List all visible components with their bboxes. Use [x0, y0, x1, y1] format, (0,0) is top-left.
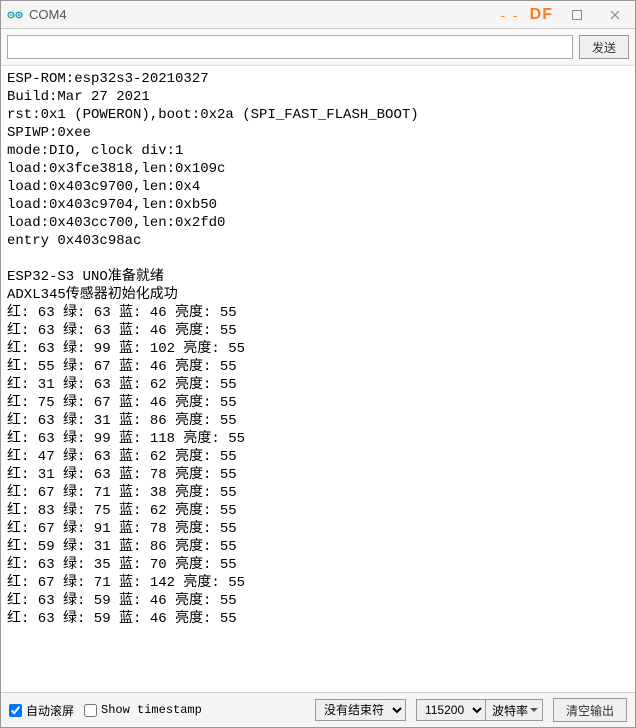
- window-title: COM4: [29, 7, 67, 22]
- timestamp-checkbox[interactable]: Show timestamp: [84, 703, 202, 717]
- watermark-dashes: - -: [500, 7, 519, 23]
- send-input[interactable]: [7, 35, 573, 59]
- autoscroll-label: 自动滚屏: [26, 702, 74, 719]
- timestamp-label: Show timestamp: [101, 703, 202, 717]
- timestamp-input[interactable]: [84, 704, 97, 717]
- clear-button[interactable]: 清空输出: [553, 698, 627, 722]
- close-icon[interactable]: [601, 5, 629, 25]
- serial-console: ESP-ROM:esp32s3-20210327 Build:Mar 27 20…: [1, 66, 635, 693]
- watermark-text: DF: [530, 6, 553, 24]
- maximize-icon[interactable]: [563, 5, 591, 25]
- bottombar: 自动滚屏 Show timestamp 没有结束符 115200 波特率 清空输…: [1, 693, 635, 727]
- titlebar: COM4 - - DF: [1, 1, 635, 29]
- baud-select[interactable]: 115200: [416, 699, 485, 721]
- baud-select-wrap[interactable]: 115200 波特率: [416, 699, 543, 721]
- send-button[interactable]: 发送: [579, 35, 629, 59]
- baud-suffix: 波特率: [485, 699, 543, 721]
- autoscroll-checkbox[interactable]: 自动滚屏: [9, 702, 74, 719]
- send-row: 发送: [1, 29, 635, 66]
- autoscroll-input[interactable]: [9, 704, 22, 717]
- arduino-icon: [7, 7, 23, 23]
- line-ending-select[interactable]: 没有结束符: [315, 699, 406, 721]
